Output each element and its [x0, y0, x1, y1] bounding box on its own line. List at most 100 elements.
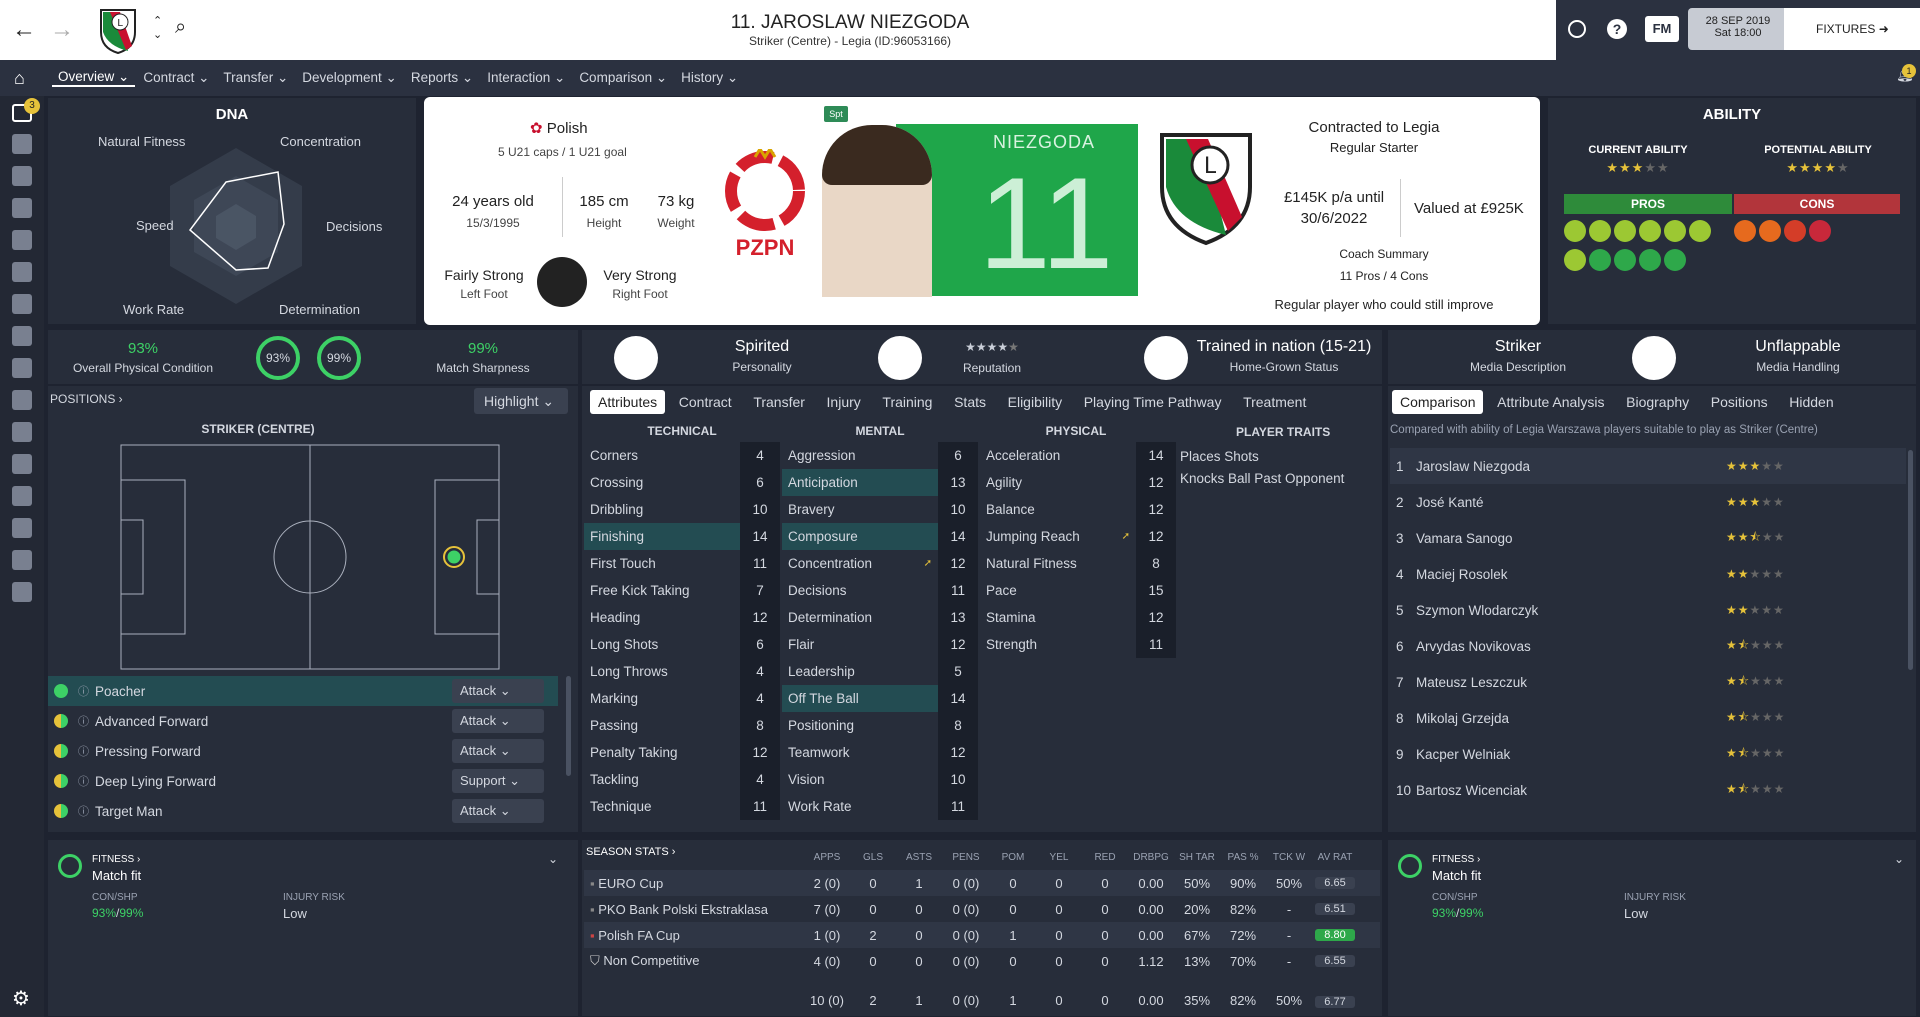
attr-row[interactable]: Aggression 6 [782, 442, 978, 469]
role-row[interactable]: ⓘ Advanced Forward Attack ⌄ [48, 706, 558, 736]
tab-contract[interactable]: Contract ⌄ [143, 70, 209, 86]
attr-row[interactable]: Crossing 6 [584, 469, 780, 496]
fixtures-button[interactable]: FIXTURES ➜ [1784, 8, 1920, 50]
list-item[interactable]: 4 Maciej Rosolek ★★★★★ [1390, 556, 1906, 592]
attr-row[interactable]: Long Shots 6 [584, 631, 780, 658]
attr-row[interactable]: First Touch 11 [584, 550, 780, 577]
club-info-icon[interactable] [12, 486, 32, 506]
attr-row[interactable]: Concentration ➚ 12 [782, 550, 978, 577]
attr-row[interactable]: Positioning 8 [782, 712, 978, 739]
chevron-down-icon[interactable]: ⌄ [1894, 852, 1904, 866]
attr-row[interactable]: Finishing 14 [584, 523, 780, 550]
scouting-icon[interactable] [12, 422, 32, 442]
attr-row[interactable]: Natural Fitness 8 [980, 550, 1176, 577]
squad-icon[interactable] [12, 134, 32, 154]
table-row[interactable]: ▪ PKO Bank Polski Ekstraklasa 7 (0) 0 0 0 (… [584, 896, 1380, 922]
ball-icon[interactable] [1568, 20, 1586, 38]
date-display[interactable]: 28 SEP 2019 Sat 18:00 [1688, 8, 1788, 50]
role-row[interactable]: ⓘ Deep Lying Forward Support ⌄ [48, 766, 558, 796]
tab-positions[interactable]: Positions [1703, 390, 1776, 414]
attr-row[interactable]: Balance 12 [980, 496, 1176, 523]
pro-icon[interactable] [1589, 220, 1611, 242]
attr-row[interactable]: Free Kick Taking 7 [584, 577, 780, 604]
pro-icon[interactable] [1664, 220, 1686, 242]
attr-row[interactable]: Marking 4 [584, 685, 780, 712]
tab-overview[interactable]: Overview ⌄ [52, 69, 136, 87]
attr-row[interactable]: Determination 13 [782, 604, 978, 631]
tab-biography[interactable]: Biography [1618, 390, 1697, 414]
attr-row[interactable]: Stamina 12 [980, 604, 1176, 631]
help-icon[interactable]: ? [1607, 19, 1627, 39]
club-vision-icon[interactable] [12, 518, 32, 538]
tab-attributes[interactable]: Attributes [590, 390, 666, 414]
attr-row[interactable]: Corners 4 [584, 442, 780, 469]
trait-item[interactable]: Places Shots [1180, 446, 1344, 468]
tab-interaction[interactable]: Interaction ⌄ [487, 70, 565, 86]
fm-button[interactable]: FM [1645, 16, 1679, 42]
con-icon[interactable] [1809, 220, 1831, 242]
tactics-icon[interactable] [12, 198, 32, 218]
sort-arrows-icon[interactable]: ⌃ ⌄ [153, 14, 162, 42]
duty-dropdown[interactable]: Support ⌄ [452, 769, 544, 793]
con-icon[interactable] [1734, 220, 1756, 242]
pro-icon[interactable] [1614, 220, 1636, 242]
tab-transfer[interactable]: Transfer ⌄ [223, 70, 288, 86]
forward-icon[interactable]: → [50, 16, 74, 44]
tab-transfer[interactable]: Transfer [745, 390, 813, 414]
attr-row[interactable]: Teamwork 12 [782, 739, 978, 766]
pro-icon[interactable] [1639, 249, 1661, 271]
finances-icon[interactable] [12, 550, 32, 570]
attr-row[interactable]: Agility 12 [980, 469, 1176, 496]
training-icon[interactable] [12, 294, 32, 314]
back-icon[interactable]: ← [12, 16, 36, 44]
chevron-down-icon[interactable]: ⌄ [548, 852, 558, 866]
attr-row[interactable]: Anticipation 13 [782, 469, 978, 496]
attr-row[interactable]: Acceleration 14 [980, 442, 1176, 469]
tab-contract[interactable]: Contract [671, 390, 740, 414]
club-badge[interactable]: L [98, 6, 138, 55]
list-item[interactable]: 1 Jaroslaw Niezgoda ★★★★★ [1390, 448, 1906, 484]
duty-dropdown[interactable]: Attack ⌄ [452, 679, 544, 703]
pro-icon[interactable] [1589, 249, 1611, 271]
role-row[interactable]: ⓘ Target Man Attack ⌄ [48, 796, 558, 826]
transfers-icon[interactable] [12, 454, 32, 474]
attr-row[interactable]: Flair 12 [782, 631, 978, 658]
list-item[interactable]: 6 Arvydas Novikovas ★⯪★★★ [1390, 628, 1906, 664]
tab-reports[interactable]: Reports ⌄ [411, 70, 473, 86]
list-item[interactable]: 2 José Kanté ★★★★★ [1390, 484, 1906, 520]
fitness-link[interactable]: FITNESS › [92, 854, 140, 865]
list-item[interactable]: 3 Vamara Sanogo ★★⯪★★ [1390, 520, 1906, 556]
list-item[interactable]: 5 Szymon Wlodarczyk ★★★★★ [1390, 592, 1906, 628]
attr-row[interactable]: Off The Ball 14 [782, 685, 978, 712]
attr-row[interactable]: Bravery 10 [782, 496, 978, 523]
dynamics-icon[interactable] [12, 166, 32, 186]
staff-icon[interactable] [12, 262, 32, 282]
table-row[interactable]: ⛉ Non Competitive 4 (0) 0 0 0 (0) 0 0 0 1.12 13%… [584, 948, 1380, 974]
reports-icon[interactable] [12, 230, 32, 250]
pro-icon[interactable] [1614, 249, 1636, 271]
inbox-icon[interactable]: 3 [12, 98, 40, 122]
tab-comparison[interactable]: Comparison [1392, 390, 1484, 414]
comparison-scrollbar[interactable] [1908, 450, 1913, 670]
role-row[interactable]: ⓘ Poacher Attack ⌄ [48, 676, 558, 706]
highlight-dropdown[interactable]: Highlight ⌄ [474, 388, 568, 414]
con-icon[interactable] [1784, 220, 1806, 242]
tab-development[interactable]: Development ⌄ [302, 70, 397, 86]
attr-row[interactable]: Strength 11 [980, 631, 1176, 658]
attr-row[interactable]: Long Throws 4 [584, 658, 780, 685]
tab-comparison[interactable]: Comparison ⌄ [579, 70, 667, 86]
table-row[interactable]: ▪ Polish FA Cup 1 (0) 2 0 0 (0) 1 0 0 0.00 67% 72… [584, 922, 1380, 948]
tab-training[interactable]: Training [874, 390, 940, 414]
attr-row[interactable]: Work Rate 11 [782, 793, 978, 820]
list-item[interactable]: 10 Bartosz Wicenciak ★⯪★★★ [1390, 772, 1906, 808]
list-item[interactable]: 9 Kacper Welniak ★⯪★★★ [1390, 736, 1906, 772]
list-item[interactable]: 8 Mikolaj Grzejda ★⯪★★★ [1390, 700, 1906, 736]
dev-centre-icon[interactable] [12, 582, 32, 602]
search-icon[interactable]: ⌕ [175, 16, 186, 39]
tab-treatment[interactable]: Treatment [1235, 390, 1314, 414]
attr-row[interactable]: Pace 15 [980, 577, 1176, 604]
tab-eligibility[interactable]: Eligibility [1000, 390, 1070, 414]
attr-row[interactable]: Vision 10 [782, 766, 978, 793]
tab-stats[interactable]: Stats [946, 390, 994, 414]
tab-hidden[interactable]: Hidden [1781, 390, 1841, 414]
